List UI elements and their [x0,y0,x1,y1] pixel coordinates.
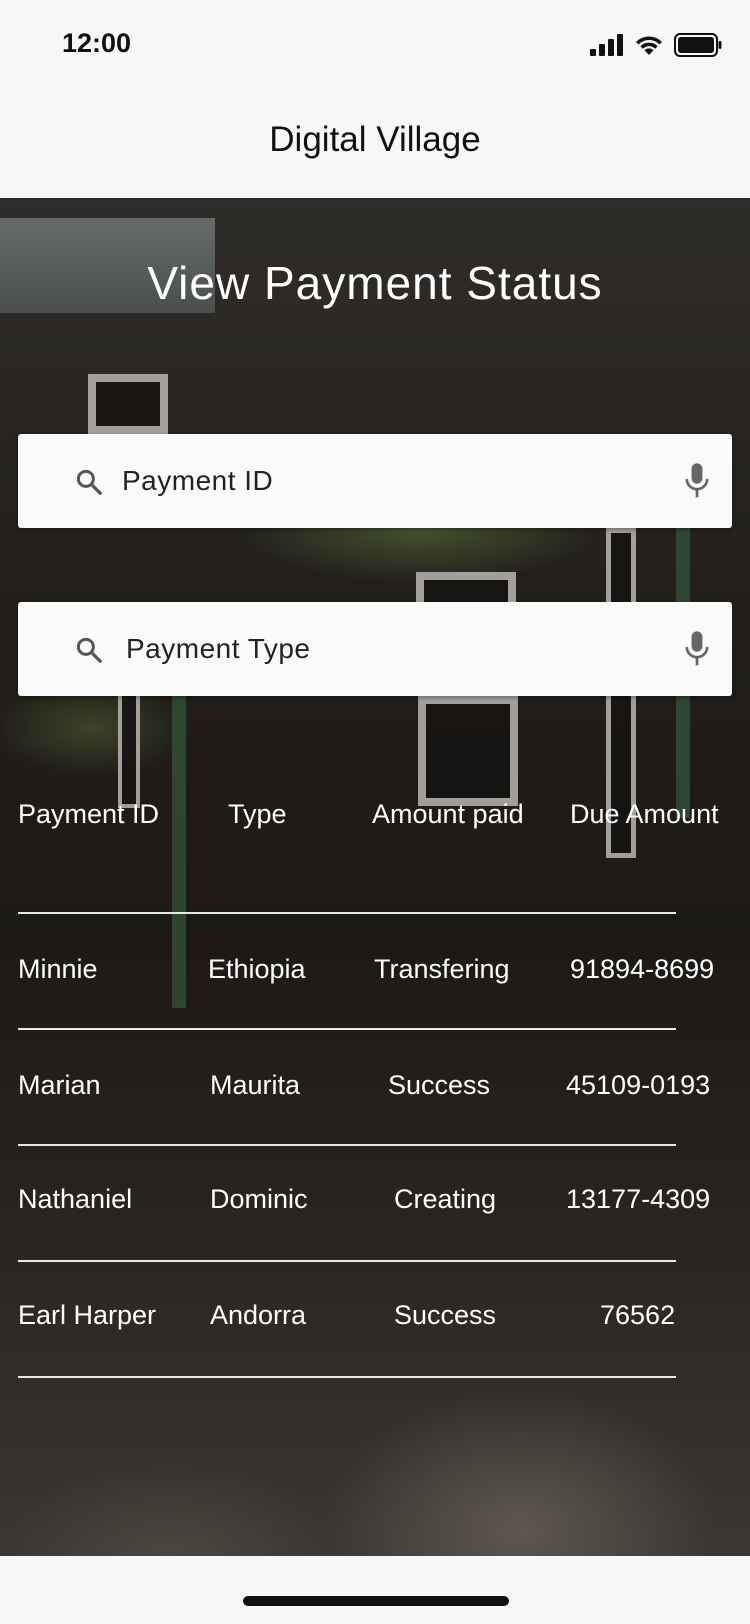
cell-type: Andorra [210,1300,307,1330]
cell-payment-id: Nathaniel [18,1184,133,1214]
cell-amount-paid: Success [388,1070,491,1100]
table-row[interactable]: Minnie Ethiopia Transfering 91894-8699 [0,914,750,1030]
page-heading: View Payment Status [147,257,603,309]
payment-type-search-bar[interactable] [18,602,732,696]
cell-amount-paid: Transfering [374,954,510,984]
search-icon [76,469,102,495]
table-row[interactable]: Nathaniel Dominic Creating 13177-4309 [0,1146,750,1262]
microphone-icon[interactable] [682,630,712,668]
cell-amount-paid: Creating [394,1184,497,1214]
cell-due-amount: 91894-8699 [570,954,715,984]
background-image: View Payment Status Payment ID Payment T… [0,198,750,1556]
cell-amount-paid: Success [394,1300,497,1330]
cell-type: Maurita [210,1070,301,1100]
cell-type: Ethiopia [208,954,306,984]
table-row[interactable]: Earl Harper Andorra Success 76562 [0,1262,750,1378]
cell-due-amount: 45109-0193 [566,1070,711,1100]
cell-payment-id: Earl Harper [18,1300,157,1330]
home-indicator[interactable] [243,1596,509,1606]
status-time: 12:00 [62,28,132,58]
row-divider [18,1376,676,1378]
cellular-signal-icon [590,34,623,56]
header-amount-paid: Amount paid [372,799,524,829]
app-title: Digital Village [269,120,481,159]
cell-payment-id: Minnie [18,954,98,984]
battery-icon [674,33,722,57]
cell-type: Dominic [210,1184,308,1214]
microphone-icon[interactable] [682,462,712,500]
wifi-icon [636,36,662,55]
table-header-row: Payment ID Type Amount paid Due Amount [0,798,750,914]
search-icon [76,637,102,663]
cell-payment-id: Marian [18,1070,101,1100]
status-bar: 12:00 [0,0,750,88]
cell-due-amount: 76562 [600,1300,676,1330]
header-payment-id: Payment ID [18,799,160,829]
header-due-amount: Due Amount [570,799,719,829]
app-bar: Digital Village [0,88,750,198]
payment-status-table: Payment ID Type Amount paid Due Amount M… [0,798,750,1378]
payment-id-input[interactable] [122,456,642,506]
cell-due-amount: 13177-4309 [566,1184,711,1214]
table-row[interactable]: Marian Maurita Success 45109-0193 [0,1030,750,1146]
payment-type-input[interactable] [126,624,646,674]
status-icons [590,30,722,60]
header-type: Type [228,799,287,829]
payment-id-search-bar[interactable] [18,434,732,528]
screen: 12:00 Digital Village View Payment Statu… [0,0,750,1624]
